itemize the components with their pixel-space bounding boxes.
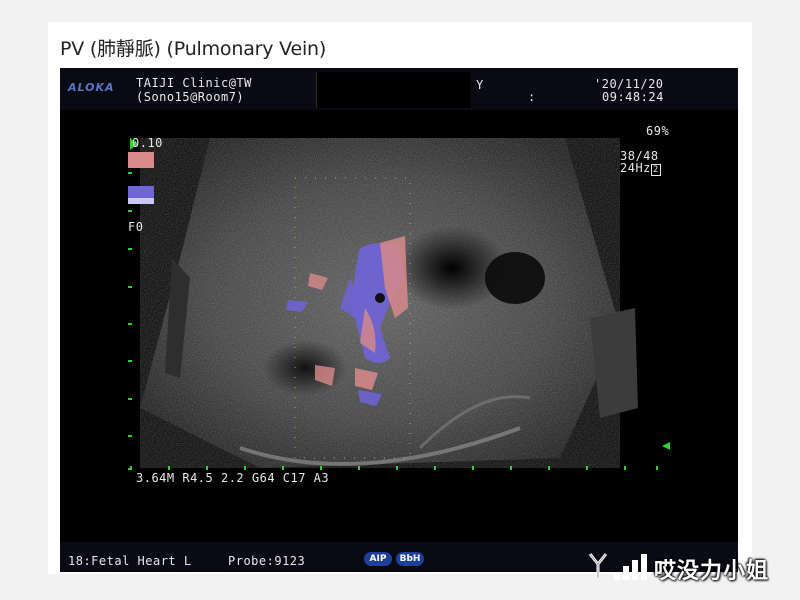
watermark-text: 哎没力小姐 [654,559,770,584]
focus-label: F0 [128,220,144,234]
frame-rate-value: 24Hz [620,161,651,175]
focus-marker [662,442,670,450]
depth-scale [128,172,132,470]
imaging-params: 3.64M R4.5 2.2 G64 C17 A3 [136,471,330,485]
probe-label: Probe:9123 [228,554,306,568]
frame-rate: 24Hz 2 [620,161,661,176]
frame-suffix: 2 [650,164,661,176]
aip-badge: AIP [364,552,392,566]
preset-label: 18:Fetal Heart L [68,554,192,568]
gain-percent: 69% [646,124,670,138]
ultrasound-screen: ALOKA TAIJI Clinic@TW (Sono15@Room7) Y :… [60,68,738,572]
color-scale-red [128,152,154,168]
page-title: PV (肺靜脈) (Pulmonary Vein) [60,38,327,60]
lateral-scale [130,466,658,470]
bbh-badge: BbH [396,552,424,566]
signal-antenna-icon [588,553,647,580]
color-scale-value: 0.10 [132,136,163,150]
